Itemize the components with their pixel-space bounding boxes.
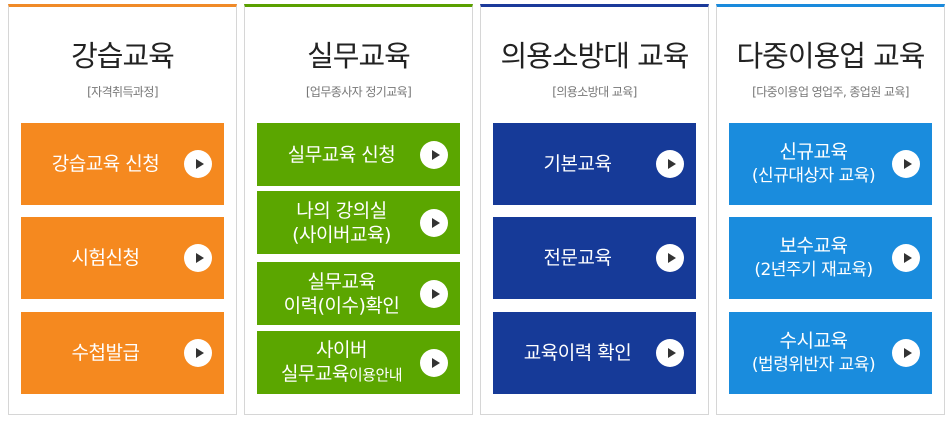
button-label: 강습교육 신청: [51, 153, 160, 175]
panel-multi-use-business-education: 다중이용업 교육 [다중이용업 영업주, 종업원 교육] 신규교육 (신규대상자…: [716, 4, 945, 415]
training-apply-button[interactable]: 강습교육 신청: [21, 123, 224, 205]
button-label: 시험신청: [71, 247, 140, 269]
panel-volunteer-fire-education: 의용소방대 교육 [의용소방대 교육] 기본교육 전문교육 교육이력 확인: [480, 4, 709, 415]
exam-apply-button[interactable]: 시험신청: [21, 217, 224, 299]
play-arrow-icon: [656, 150, 684, 178]
button-label-line1: 나의 강의실: [296, 199, 387, 222]
button-label-line2: 실무교육이용안내: [280, 362, 403, 387]
panel-title: 강습교육: [71, 39, 175, 73]
panel-subtitle: [다중이용업 영업주, 종업원 교육]: [752, 85, 909, 99]
basic-education-button[interactable]: 기본교육: [493, 123, 696, 205]
play-arrow-icon: [892, 339, 920, 367]
practical-apply-button[interactable]: 실무교육 신청: [257, 123, 460, 186]
play-arrow-icon: [184, 339, 212, 367]
button-label-line1: 실무교육: [307, 270, 376, 293]
button-label-line1: 사이버: [316, 339, 367, 361]
play-arrow-icon: [892, 150, 920, 178]
panel-practical-education: 실무교육 [업무종사자 정기교육] 실무교육 신청 나의 강의실 (사이버교육)…: [244, 4, 473, 415]
play-arrow-icon: [420, 279, 448, 308]
play-arrow-icon: [892, 244, 920, 272]
play-arrow-icon: [184, 244, 212, 272]
panel-title: 의용소방대 교육: [500, 39, 690, 73]
play-arrow-icon: [420, 208, 448, 237]
button-label-line2-small: 이용안내: [348, 366, 403, 384]
play-arrow-icon: [656, 339, 684, 367]
button-label-line2: (신규대상자 교육): [751, 166, 876, 186]
button-label: 수첩발급: [71, 342, 140, 364]
button-label-line2-main: 실무교육: [280, 363, 349, 385]
education-history-button[interactable]: 교육이력 확인: [493, 312, 696, 394]
notebook-issue-button[interactable]: 수첩발급: [21, 312, 224, 394]
play-arrow-icon: [656, 244, 684, 272]
play-arrow-icon: [420, 140, 448, 169]
play-arrow-icon: [420, 348, 448, 377]
button-label-line2: 이력(이수)확인: [283, 294, 400, 317]
button-label-line2: (사이버교육): [292, 223, 391, 246]
button-label-line2: (2년주기 재교육): [754, 260, 873, 280]
panel-subtitle: [자격취득과정]: [87, 85, 158, 99]
my-classroom-button[interactable]: 나의 강의실 (사이버교육): [257, 191, 460, 254]
button-label-line1: 수시교육: [779, 330, 848, 352]
button-label: 교육이력 확인: [523, 342, 632, 364]
button-label: 기본교육: [543, 153, 612, 175]
button-label-line2: (법령위반자 교육): [751, 355, 876, 375]
panel-training-course: 강습교육 [자격취득과정] 강습교육 신청 시험신청 수첩발급: [8, 4, 237, 415]
panel-subtitle: [업무종사자 정기교육]: [305, 85, 412, 99]
button-label-line1: 보수교육: [779, 235, 848, 257]
panel-title: 다중이용업 교육: [736, 39, 926, 73]
panel-title: 실무교육: [307, 39, 411, 73]
cyber-guide-button[interactable]: 사이버 실무교육이용안내: [257, 331, 460, 394]
completion-history-button[interactable]: 실무교육 이력(이수)확인: [257, 262, 460, 325]
advanced-education-button[interactable]: 전문교육: [493, 217, 696, 299]
panel-subtitle: [의용소방대 교육]: [552, 85, 637, 99]
refresher-education-button[interactable]: 보수교육 (2년주기 재교육): [729, 217, 932, 299]
new-education-button[interactable]: 신규교육 (신규대상자 교육): [729, 123, 932, 205]
button-label: 전문교육: [543, 247, 612, 269]
play-arrow-icon: [184, 150, 212, 178]
occasional-education-button[interactable]: 수시교육 (법령위반자 교육): [729, 312, 932, 394]
button-label: 실무교육 신청: [287, 143, 396, 166]
button-label-line1: 신규교육: [779, 141, 848, 163]
